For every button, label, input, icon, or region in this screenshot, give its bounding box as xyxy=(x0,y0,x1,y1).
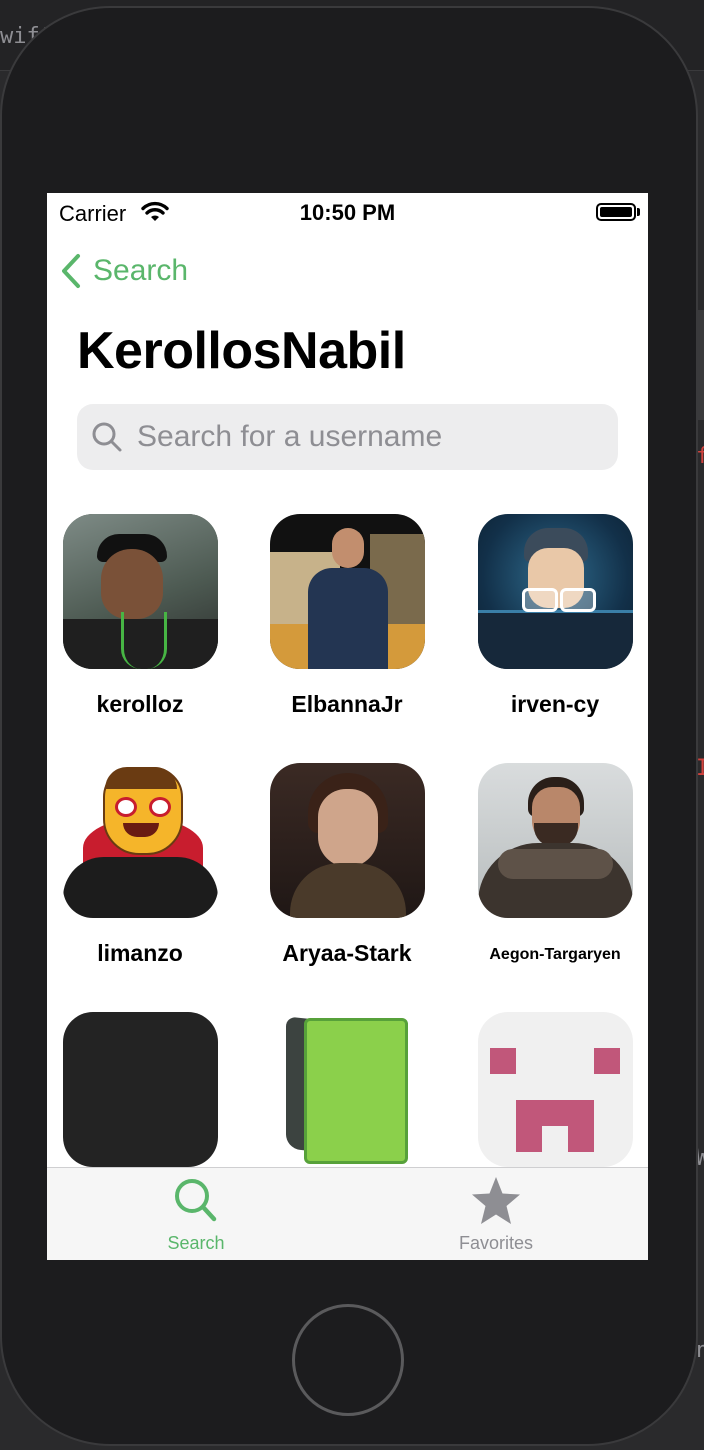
page-title: KerollosNabil xyxy=(77,322,406,380)
battery-icon xyxy=(596,203,636,221)
tab-search[interactable]: Search xyxy=(96,1176,296,1254)
avatar xyxy=(477,1012,633,1167)
tab-favorites[interactable]: Favorites xyxy=(396,1176,596,1254)
avatar xyxy=(269,1012,425,1167)
status-time: 10:50 PM xyxy=(299,200,396,225)
follower-username: Aryaa-Stark xyxy=(282,940,412,966)
follower-username: kerolloz xyxy=(96,691,184,717)
follower-cell-aegon-targaryen[interactable]: Aegon-Targaryen xyxy=(455,763,648,964)
status-bar: Carrier 10:50 PM xyxy=(47,193,648,233)
avatar xyxy=(62,763,218,918)
avatar xyxy=(62,1012,218,1167)
follower-username: irven-cy xyxy=(510,691,600,717)
search-input[interactable] xyxy=(135,419,599,455)
avatar xyxy=(477,514,633,669)
follower-cell-limanzo[interactable]: limanzo xyxy=(47,763,240,967)
chevron-left-icon xyxy=(62,254,80,288)
app-screen: Carrier 10:50 PM Search KerollosNabil Se… xyxy=(47,193,648,1260)
avatar xyxy=(477,763,633,918)
avatar xyxy=(269,514,425,669)
follower-cell[interactable] xyxy=(455,1012,648,1167)
battery-nub xyxy=(637,208,640,216)
follower-cell-kerolloz[interactable]: kerolloz xyxy=(47,514,240,718)
follower-cell-elbannajr[interactable]: ElbannaJr xyxy=(247,514,447,718)
tab-label: Search xyxy=(167,1233,225,1253)
follower-username: Aegon-Targaryen xyxy=(489,946,621,963)
star-icon xyxy=(472,1177,520,1224)
search-bar[interactable] xyxy=(77,404,618,470)
home-button[interactable] xyxy=(292,1304,404,1416)
follower-cell-irven-cy[interactable]: irven-cy xyxy=(455,514,648,718)
follower-cell[interactable] xyxy=(47,1012,240,1167)
follower-cell[interactable] xyxy=(247,1012,447,1167)
follower-username: ElbannaJr xyxy=(291,691,403,717)
search-icon xyxy=(92,422,122,452)
back-button-label: Search xyxy=(93,254,189,287)
follower-cell-aryaa-stark[interactable]: Aryaa-Stark xyxy=(247,763,447,967)
follower-username: limanzo xyxy=(97,940,183,966)
tab-label: Favorites xyxy=(458,1233,534,1253)
search-icon xyxy=(175,1179,217,1222)
tab-bar: Search Favorites xyxy=(47,1167,648,1260)
back-button[interactable]: Search xyxy=(61,251,188,291)
avatar xyxy=(269,763,425,918)
avatar xyxy=(62,514,218,669)
